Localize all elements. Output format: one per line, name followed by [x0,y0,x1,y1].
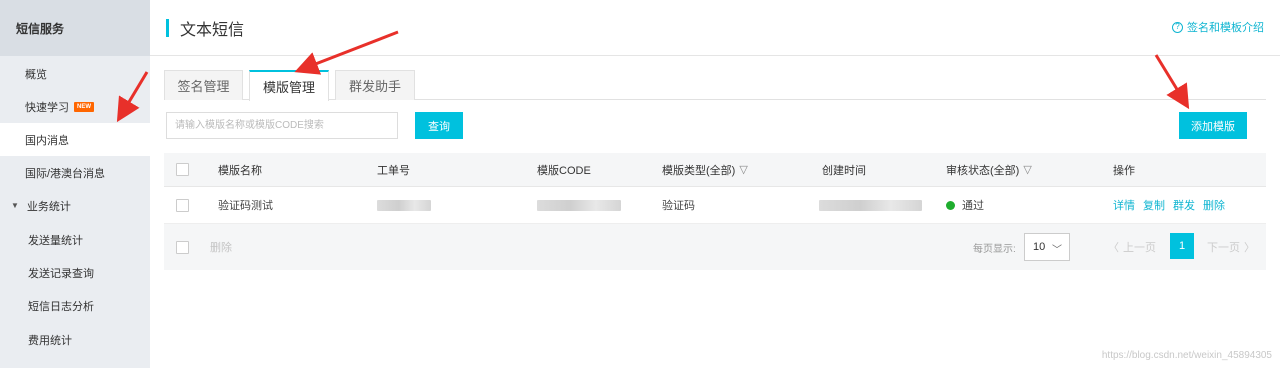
page-header: 文本短信 ? 签名和模板介绍 [150,0,1280,56]
sidebar-item-label: 发送量统计 [28,234,83,247]
delete-link[interactable]: 删除 [1203,197,1225,213]
sidebar-item-quick-learn[interactable]: 快速学习 NEW [0,90,150,123]
search-input[interactable] [166,112,398,139]
search-button[interactable]: 查询 [415,112,463,139]
watermark: https://blog.csdn.net/weixin_45894305 [1101,350,1272,361]
copy-link[interactable]: 复制 [1143,197,1165,213]
sidebar-item-label: 国际/港澳台消息 [25,167,106,180]
sidebar-item-send-volume[interactable]: 发送量统计 [0,223,150,256]
filter-icon[interactable]: ▽ [1023,163,1031,176]
question-icon: ? [1172,21,1183,33]
row-select-cell [176,187,189,223]
table-header: 模版名称 工单号 模版CODE 模版类型(全部) ▽ 创建时间 审核状态(全部)… [164,153,1266,187]
col-label: 模版类型(全部) [662,164,736,177]
filter-icon[interactable]: ▽ [739,163,747,176]
sidebar: 短信服务 概览 快速学习 NEW 国内消息 国际/港澳台消息 ▼ 业务统计 发送… [0,0,150,368]
footer-select-checkbox[interactable] [176,240,189,254]
sidebar-item-label: 短信日志分析 [28,300,94,313]
tab-template[interactable]: 模版管理 [249,70,329,101]
sidebar-item-domestic[interactable]: 国内消息 [0,123,150,156]
col-actions: 操作 [1113,164,1135,177]
footer-select-cell [176,224,189,270]
next-label: 下一页 [1207,242,1240,254]
template-table: 模版名称 工单号 模版CODE 模版类型(全部) ▽ 创建时间 审核状态(全部)… [164,153,1266,270]
bulk-delete-button[interactable]: 删除 [210,224,232,270]
per-page-select[interactable]: 10 ﹀ [1024,233,1070,261]
detail-link[interactable]: 详情 [1113,197,1135,213]
prev-page-button[interactable]: 〈 上一页 [1108,224,1156,270]
col-ticket-no: 工单号 [377,164,410,177]
col-template-code: 模版CODE [537,164,591,177]
chevron-left-icon: 〈 [1108,242,1119,254]
template-type-cell: 验证码 [662,200,695,212]
col-template-type[interactable]: 模版类型(全部) ▽ [662,153,748,186]
title-accent-bar [166,19,169,37]
chevron-down-icon: ﹀ [1052,245,1062,256]
template-code-cell [537,187,621,223]
prev-label: 上一页 [1123,242,1156,254]
page-number-current[interactable]: 1 [1170,233,1194,259]
ticket-no-cell [377,187,431,223]
template-name-cell: 验证码测试 [218,200,273,212]
tab-signature[interactable]: 签名管理 [164,70,243,100]
select-all-checkbox[interactable] [176,163,189,176]
help-link[interactable]: ? 签名和模板介绍 [1172,19,1264,35]
status-text: 通过 [962,200,984,212]
new-badge: NEW [74,101,94,112]
chevron-right-icon: 〉 [1244,242,1255,254]
sidebar-item-log-analysis[interactable]: 短信日志分析 [0,289,150,322]
sidebar-item-cost-stats[interactable]: 费用统计 [0,323,150,356]
tab-label: 签名管理 [177,79,230,94]
select-all-cell [176,153,189,186]
table-footer: 删除 每页显示: 10 ﹀ 〈 上一页 1 下一页 〉 [164,224,1266,270]
col-review-status[interactable]: 审核状态(全部) ▽ [946,153,1032,186]
sidebar-item-overview[interactable]: 概览 [0,57,150,90]
sidebar-item-label: 快速学习 [25,101,69,114]
sidebar-item-label: 业务统计 [26,200,71,213]
help-link-label: 签名和模板介绍 [1187,22,1264,34]
tab-bar: 签名管理 模版管理 群发助手 [164,70,1266,101]
table-row: 验证码测试 验证码 通过 详情 复制 群发 删除 [164,187,1266,224]
col-label: 审核状态(全部) [946,164,1020,177]
tab-bulk-send[interactable]: 群发助手 [335,70,415,100]
created-time-cell [819,187,922,223]
sidebar-item-send-records[interactable]: 发送记录查询 [0,256,150,289]
caret-down-icon: ▼ [11,201,19,210]
col-template-name: 模版名称 [218,164,262,177]
sidebar-group-stats[interactable]: ▼ 业务统计 [0,189,150,222]
page-title: 文本短信 [180,22,245,39]
row-checkbox[interactable] [176,198,189,212]
sidebar-item-label: 国内消息 [25,134,69,147]
status-dot [946,200,955,210]
col-created-time: 创建时间 [822,164,866,177]
bulk-send-link[interactable]: 群发 [1173,197,1195,213]
review-status-cell: 通过 [946,187,984,223]
sidebar-title: 短信服务 [0,0,150,56]
next-page-button[interactable]: 下一页 〉 [1207,224,1255,270]
tab-label: 群发助手 [348,79,401,94]
sidebar-item-label: 费用统计 [28,334,72,347]
sidebar-item-label: 发送记录查询 [28,267,94,280]
actions-cell: 详情 复制 群发 删除 [1113,187,1233,223]
per-page-label: 每页显示: [973,243,1016,255]
redacted-value [537,199,621,211]
tab-label: 模版管理 [262,80,315,95]
sidebar-item-international[interactable]: 国际/港澳台消息 [0,156,150,189]
add-template-button[interactable]: 添加模版 [1179,112,1247,139]
sidebar-item-label: 概览 [25,68,47,81]
per-page-value: 10 [1033,241,1046,253]
redacted-value [377,199,431,211]
redacted-value [819,199,922,211]
